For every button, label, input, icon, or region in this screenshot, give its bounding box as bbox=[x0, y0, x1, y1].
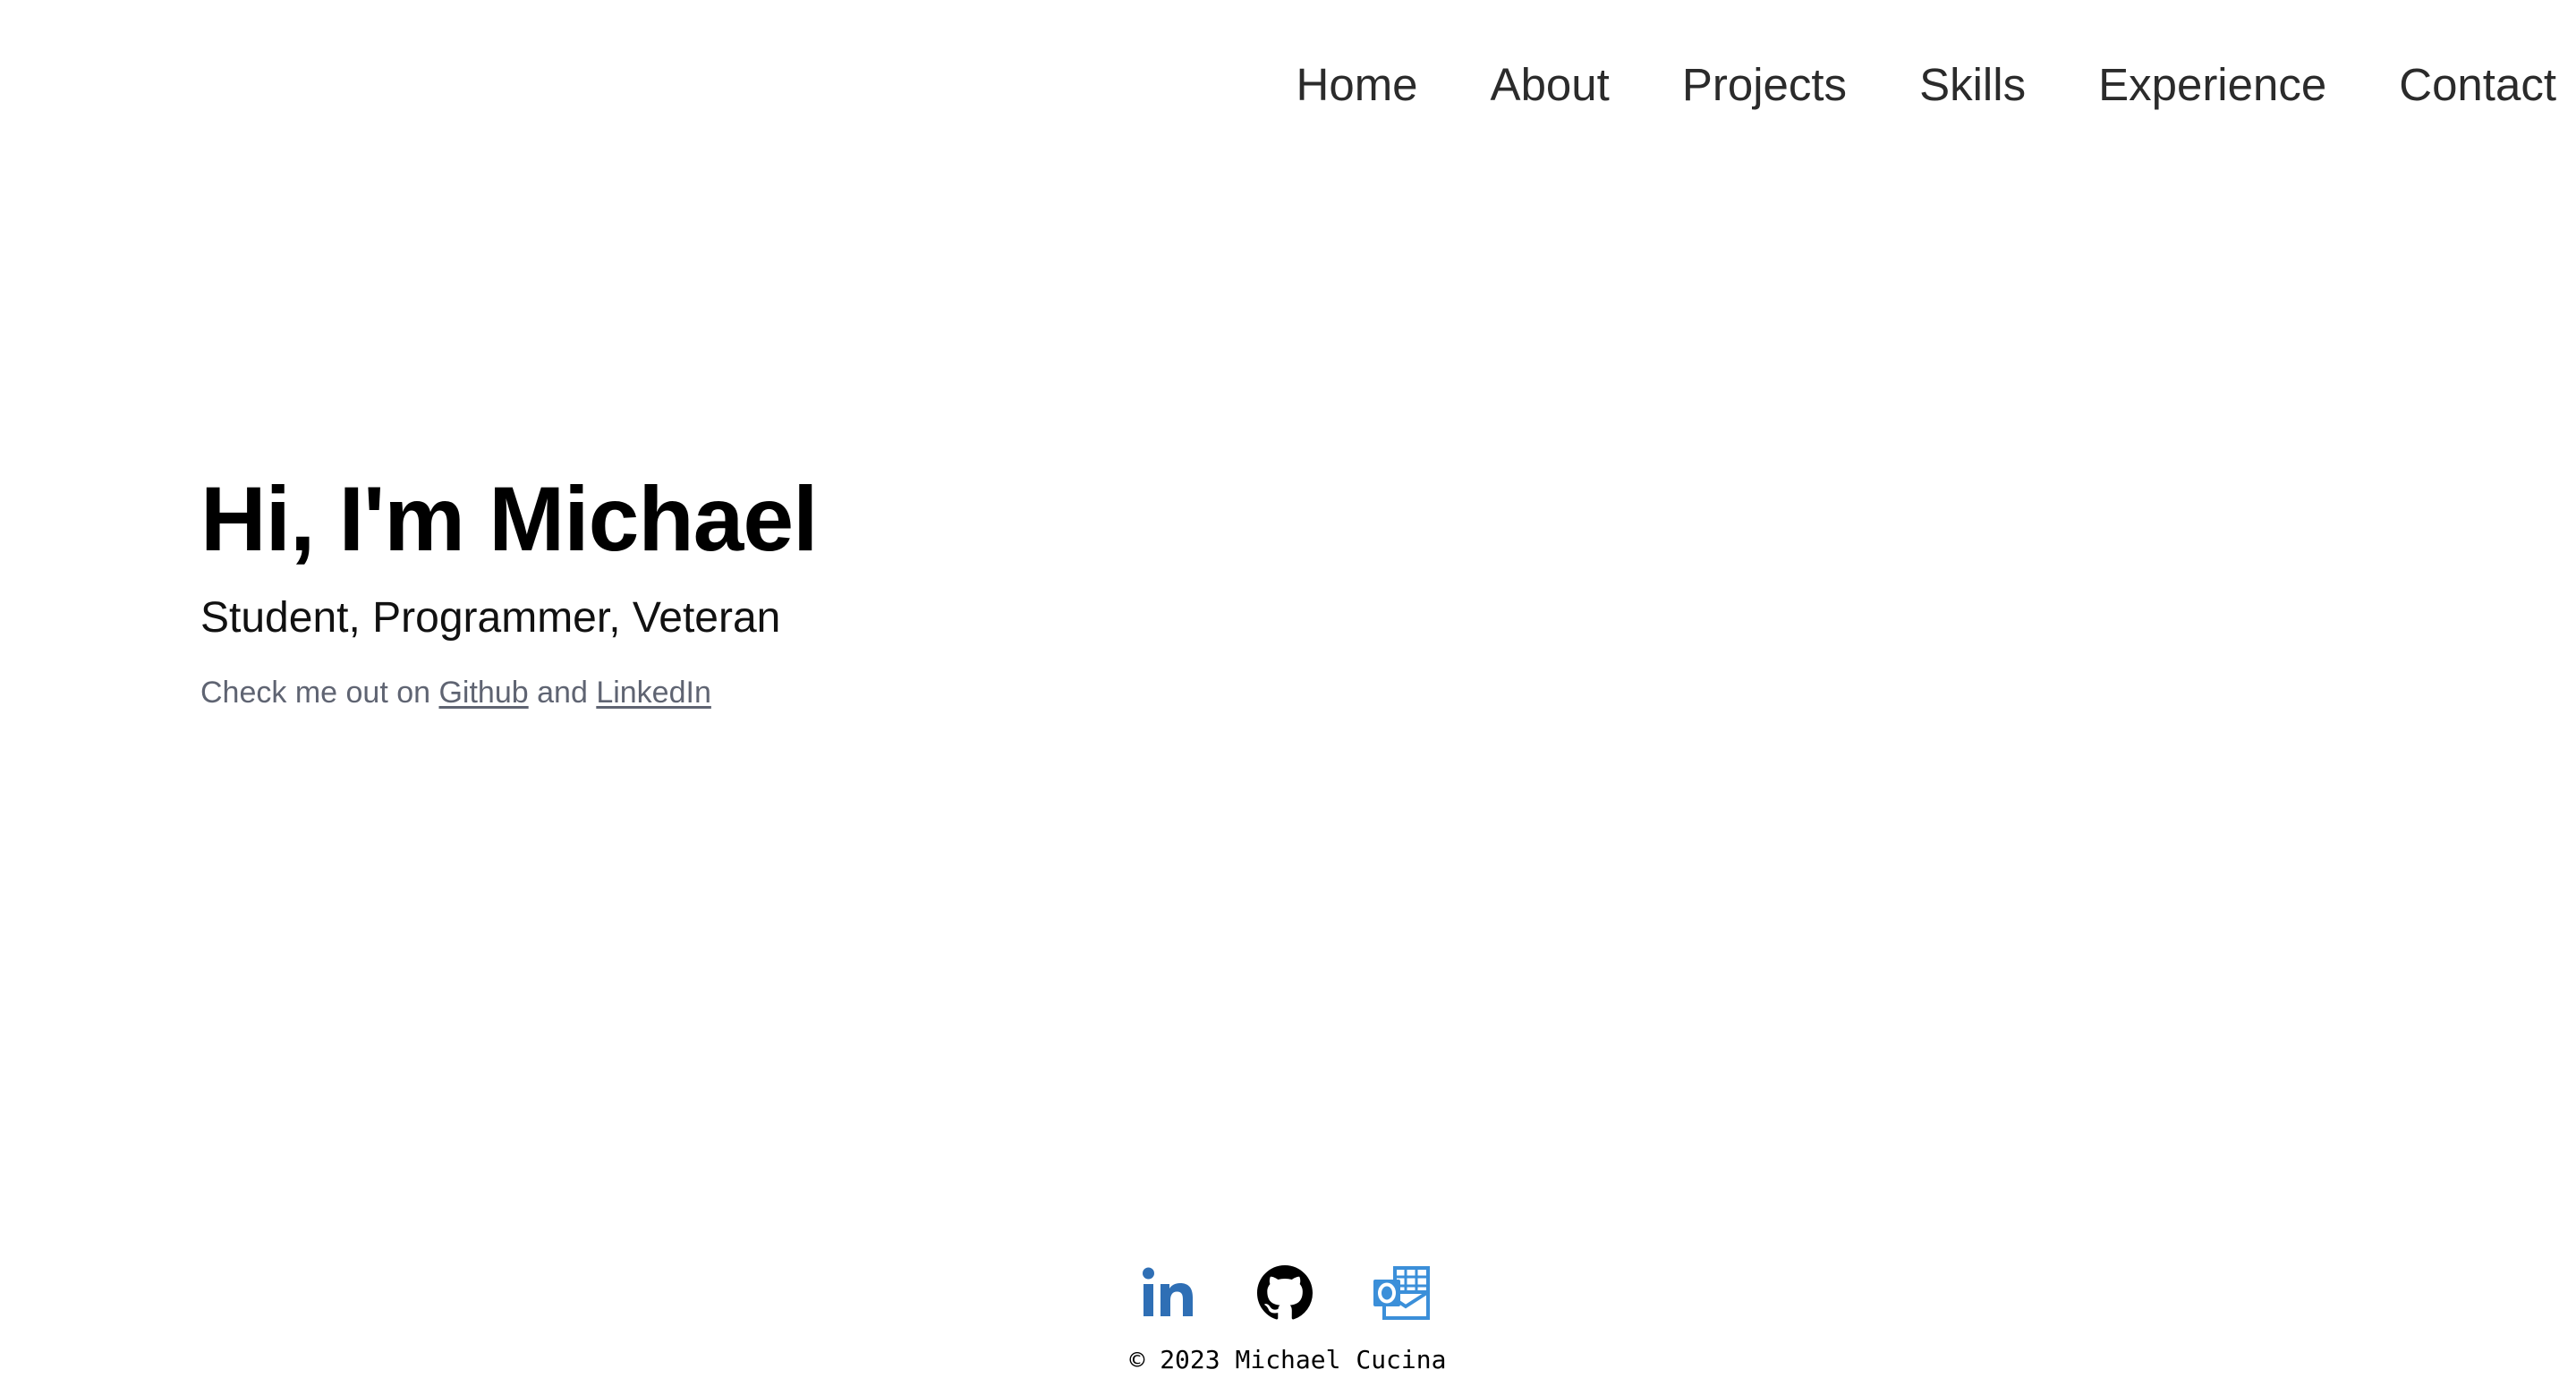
nav-projects-link[interactable]: Projects bbox=[1682, 52, 1847, 118]
footer: © 2023 Michael Cucina bbox=[0, 1262, 2576, 1376]
footer-social-icons bbox=[1137, 1262, 1433, 1324]
linkedin-icon[interactable] bbox=[1137, 1262, 1200, 1324]
github-link[interactable]: Github bbox=[438, 676, 528, 710]
hero-section: Hi, I'm Michael Student, Programmer, Vet… bbox=[200, 465, 818, 714]
main-nav: Home About Projects Skills Experience Co… bbox=[1297, 52, 2557, 118]
hero-cta-text: Check me out on Github and LinkedIn bbox=[200, 671, 817, 714]
nav-experience-link[interactable]: Experience bbox=[2098, 52, 2326, 118]
cta-joiner: and bbox=[537, 676, 588, 710]
linkedin-link[interactable]: LinkedIn bbox=[596, 676, 711, 710]
cta-prefix: Check me out on bbox=[200, 676, 431, 710]
outlook-mail-icon[interactable] bbox=[1370, 1262, 1433, 1324]
nav-skills-link[interactable]: Skills bbox=[1919, 52, 2026, 118]
hero-title: Hi, I'm Michael bbox=[200, 468, 818, 570]
nav-contact-link[interactable]: Contact bbox=[2399, 52, 2556, 118]
nav-about-link[interactable]: About bbox=[1491, 52, 1610, 118]
copyright-text: © 2023 Michael Cucina bbox=[1129, 1345, 1447, 1374]
github-icon[interactable] bbox=[1254, 1262, 1316, 1324]
nav-home-link[interactable]: Home bbox=[1297, 52, 1418, 118]
hero-subtitle: Student, Programmer, Veteran bbox=[200, 594, 781, 642]
